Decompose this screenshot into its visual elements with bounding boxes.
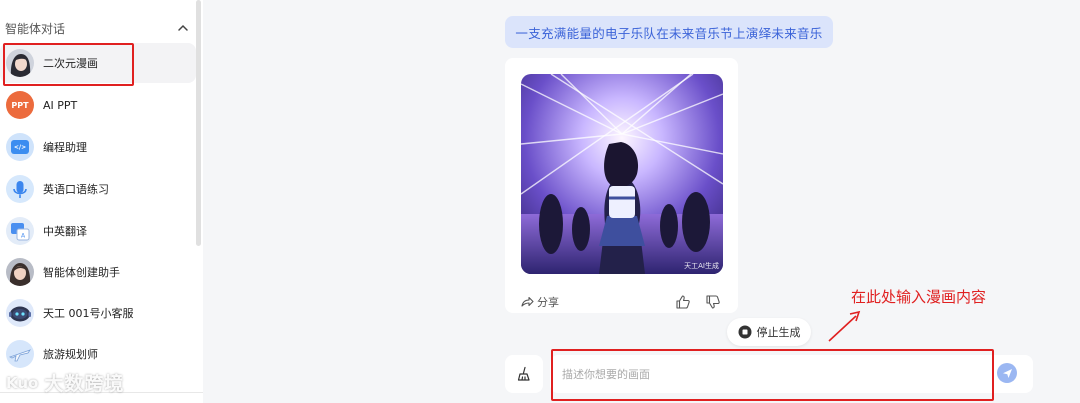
sidebar-item-label: 天工 001号小客服	[43, 307, 134, 320]
watermark-text: 大数跨境	[44, 373, 125, 395]
thumbs-up-icon[interactable]	[675, 294, 691, 310]
stop-label: 停止生成	[756, 326, 801, 339]
sidebar: 智能体对话 二次元漫画 PPT AI PPT </> 编程助理 英语口语练习 A…	[0, 0, 203, 403]
agent-section-header[interactable]: 智能体对话	[5, 18, 190, 38]
sidebar-item-agent-creator[interactable]: 智能体创建助手	[0, 252, 196, 292]
sidebar-item-travel-planner[interactable]: 旅游规划师	[0, 334, 196, 374]
code-avatar-icon: </>	[6, 133, 34, 161]
robot-avatar-icon	[6, 299, 34, 327]
broom-icon	[517, 366, 530, 381]
share-icon	[521, 296, 534, 307]
thumbs-down-icon[interactable]	[705, 294, 721, 310]
annotation-text: 在此处输入漫画内容	[851, 288, 987, 306]
sidebar-item-ai-ppt[interactable]: PPT AI PPT	[0, 85, 196, 125]
airplane-avatar-icon	[6, 340, 34, 368]
share-button[interactable]: 分享	[520, 294, 559, 310]
user-message-bubble: 一支充满能量的电子乐队在未来音乐节上演绎未来音乐	[505, 16, 833, 48]
send-icon	[1002, 368, 1012, 378]
sidebar-item-anime-comic[interactable]: 二次元漫画	[0, 43, 196, 83]
anime-girl-avatar-icon	[6, 49, 34, 77]
annotation-arrow-icon	[828, 310, 861, 342]
sidebar-item-coding-assistant[interactable]: </> 编程助理	[0, 127, 196, 167]
girl-avatar-icon	[6, 258, 34, 286]
prompt-input-container	[550, 355, 1033, 393]
sidebar-item-label: 智能体创建助手	[43, 266, 120, 279]
ppt-avatar-icon: PPT	[6, 91, 34, 119]
stop-generating-button[interactable]: 停止生成	[727, 318, 811, 346]
send-button[interactable]	[997, 363, 1017, 383]
sidebar-item-label: 中英翻译	[43, 225, 87, 238]
microphone-avatar-icon	[6, 175, 34, 203]
chat-panel: 一支充满能量的电子乐队在未来音乐节上演绎未来音乐 天工AI生成 分享 停止生成 …	[203, 0, 1080, 403]
sidebar-item-label: 二次元漫画	[43, 57, 98, 70]
chevron-up-icon[interactable]	[176, 21, 190, 35]
sidebar-item-english-speaking[interactable]: 英语口语练习	[0, 169, 196, 209]
prompt-input[interactable]	[562, 355, 982, 393]
generated-image[interactable]: 天工AI生成	[521, 74, 723, 274]
sidebar-item-translation[interactable]: A 中英翻译	[0, 211, 196, 251]
watermark-logo: Kuo	[6, 373, 39, 392]
sidebar-item-label: 编程助理	[43, 141, 87, 154]
app: 智能体对话 二次元漫画 PPT AI PPT </> 编程助理 英语口语练习 A…	[0, 0, 1080, 403]
stop-icon	[738, 325, 751, 339]
translate-avatar-icon: A	[6, 217, 34, 245]
sidebar-scrollbar[interactable]	[196, 0, 201, 246]
site-watermark: Kuo 大数跨境	[6, 369, 124, 396]
generated-image-card: 天工AI生成 分享	[505, 58, 738, 313]
sidebar-item-label: 英语口语练习	[43, 183, 109, 196]
share-label: 分享	[537, 296, 559, 309]
sidebar-item-label: AI PPT	[43, 98, 78, 112]
sidebar-item-customer-service[interactable]: 天工 001号小客服	[0, 293, 196, 333]
section-title: 智能体对话	[5, 21, 66, 36]
clear-conversation-button[interactable]	[505, 355, 543, 393]
image-watermark: 天工AI生成	[684, 262, 719, 270]
sidebar-item-label: 旅游规划师	[43, 348, 98, 361]
